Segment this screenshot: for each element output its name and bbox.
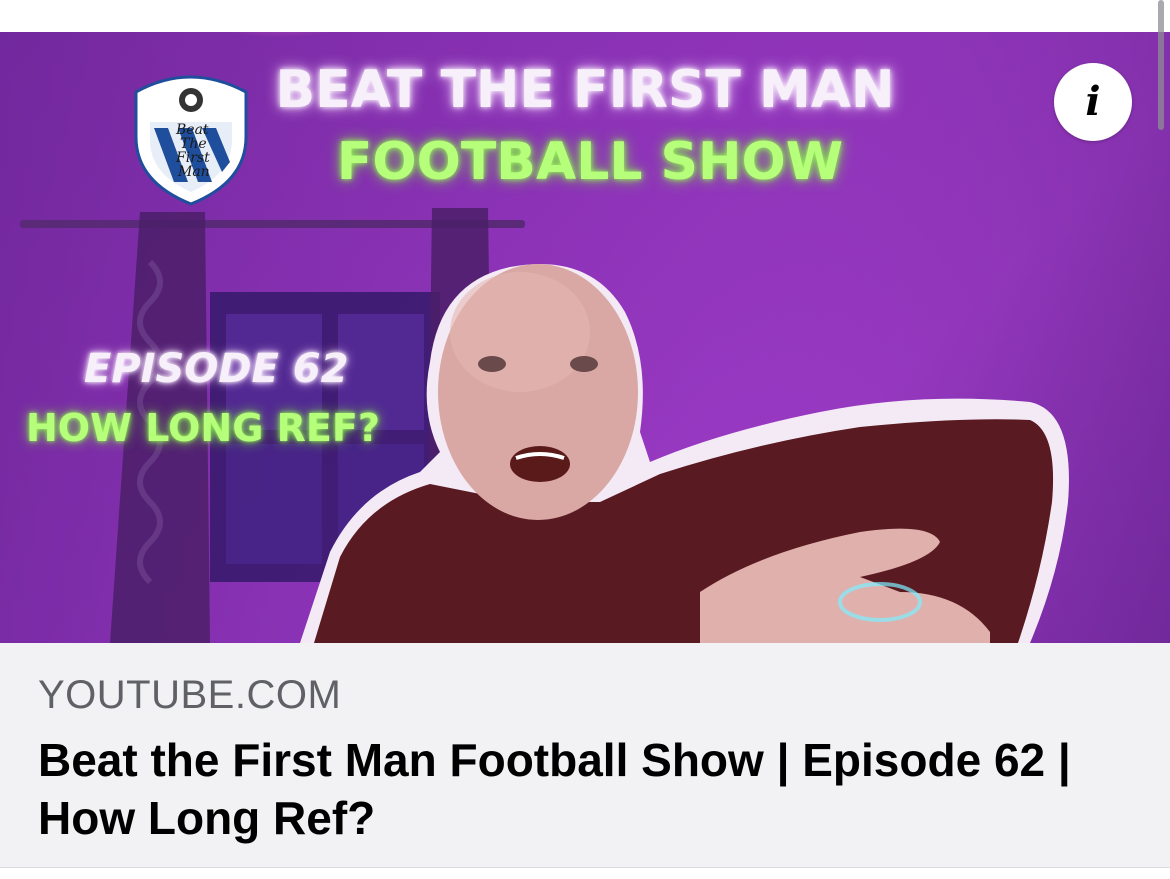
thumbnail-title-line-1: BEAT THE FIRST MAN	[275, 60, 895, 120]
scrollbar[interactable]	[1158, 0, 1164, 130]
info-icon: i	[1085, 78, 1101, 125]
thumbnail-title-line-2: FOOTBALL SHOW	[336, 132, 844, 192]
link-title[interactable]: Beat the First Man Football Show | Episo…	[38, 731, 1148, 847]
thumbnail-scene: Beat The First Man	[0, 32, 1170, 643]
video-thumbnail[interactable]: Beat The First Man BEAT THE FIRST MAN FO…	[0, 32, 1170, 643]
info-button[interactable]: i	[1054, 63, 1132, 141]
top-strip	[0, 0, 1170, 32]
thumbnail-episode-label: EPISODE 62	[84, 346, 349, 392]
thumbnail-episode-title: HOW LONG REF?	[26, 406, 380, 450]
link-preview-card[interactable]: Beat The First Man BEAT THE FIRST MAN FO…	[0, 32, 1170, 868]
page: Beat The First Man BEAT THE FIRST MAN FO…	[0, 0, 1170, 879]
crest-line-4: Man	[177, 164, 210, 180]
link-domain: YOUTUBE.COM	[38, 673, 342, 717]
link-preview-caption[interactable]: YOUTUBE.COM Beat the First Man Football …	[0, 643, 1170, 868]
